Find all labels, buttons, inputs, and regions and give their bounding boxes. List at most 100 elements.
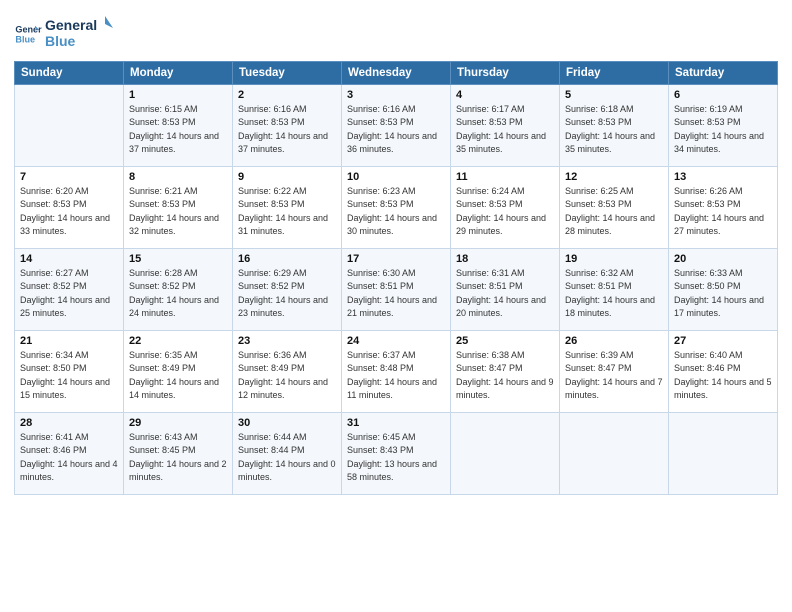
logo: General Blue General Blue (14, 14, 115, 55)
day-info: Sunrise: 6:21 AMSunset: 8:53 PMDaylight:… (129, 185, 227, 239)
header-cell-saturday: Saturday (669, 61, 778, 84)
day-cell: 21 Sunrise: 6:34 AMSunset: 8:50 PMDayligh… (15, 330, 124, 412)
day-info: Sunrise: 6:38 AMSunset: 8:47 PMDaylight:… (456, 349, 554, 403)
day-info: Sunrise: 6:35 AMSunset: 8:49 PMDaylight:… (129, 349, 227, 403)
day-cell: 20Sunrise: 6:33 AMSunset: 8:50 PMDayligh… (669, 248, 778, 330)
day-number: 14 (20, 253, 118, 265)
day-cell: 1Sunrise: 6:15 AMSunset: 8:53 PMDaylight… (124, 84, 233, 166)
day-info: Sunrise: 6:37 AMSunset: 8:48 PMDaylight:… (347, 349, 445, 403)
day-number: 19 (565, 253, 663, 265)
day-cell: 25 Sunrise: 6:38 AMSunset: 8:47 PMDayligh… (451, 330, 560, 412)
day-info: Sunrise: 6:19 AMSunset: 8:53 PMDaylight:… (674, 103, 772, 157)
day-cell (451, 412, 560, 494)
day-info: Sunrise: 6:41 AMSunset: 8:46 PMDaylight:… (20, 431, 118, 485)
day-number: 17 (347, 253, 445, 265)
day-number: 9 (238, 171, 336, 183)
day-cell: 4Sunrise: 6:17 AMSunset: 8:53 PMDaylight… (451, 84, 560, 166)
week-row-3: 21 Sunrise: 6:34 AMSunset: 8:50 PMDayligh… (15, 330, 778, 412)
day-number: 15 (129, 253, 227, 265)
week-row-1: 7Sunrise: 6:20 AMSunset: 8:53 PMDaylight… (15, 166, 778, 248)
day-info: Sunrise: 6:31 AMSunset: 8:51 PMDaylight:… (456, 267, 554, 321)
week-row-2: 14 Sunrise: 6:27 AMSunset: 8:52 PMDayligh… (15, 248, 778, 330)
calendar-table: SundayMondayTuesdayWednesdayThursdayFrid… (14, 61, 778, 495)
day-cell: 10Sunrise: 6:23 AMSunset: 8:53 PMDayligh… (342, 166, 451, 248)
day-number: 6 (674, 89, 772, 101)
day-info: Sunrise: 6:44 AMSunset: 8:44 PMDaylight:… (238, 431, 336, 485)
day-info: Sunrise: 6:25 AMSunset: 8:53 PMDaylight:… (565, 185, 663, 239)
svg-text:Blue: Blue (15, 35, 35, 45)
day-cell (15, 84, 124, 166)
day-number: 24 (347, 335, 445, 347)
day-number: 23 (238, 335, 336, 347)
day-number: 29 (129, 417, 227, 429)
day-cell: 5 Sunrise: 6:18 AMSunset: 8:53 PMDaylight… (560, 84, 669, 166)
day-cell: 7Sunrise: 6:20 AMSunset: 8:53 PMDaylight… (15, 166, 124, 248)
day-cell: 18 Sunrise: 6:31 AMSunset: 8:51 PMDayligh… (451, 248, 560, 330)
day-number: 25 (456, 335, 554, 347)
day-cell: 9 Sunrise: 6:22 AMSunset: 8:53 PMDaylight… (233, 166, 342, 248)
header-cell-wednesday: Wednesday (342, 61, 451, 84)
day-cell: 27 Sunrise: 6:40 AMSunset: 8:46 PMDayligh… (669, 330, 778, 412)
logo-text: General Blue (45, 14, 115, 55)
day-info: Sunrise: 6:27 AMSunset: 8:52 PMDaylight:… (20, 267, 118, 321)
day-cell: 29 Sunrise: 6:43 AMSunset: 8:45 PMDayligh… (124, 412, 233, 494)
day-number: 13 (674, 171, 772, 183)
day-cell: 23 Sunrise: 6:36 AMSunset: 8:49 PMDayligh… (233, 330, 342, 412)
day-number: 3 (347, 89, 445, 101)
day-cell: 22 Sunrise: 6:35 AMSunset: 8:49 PMDayligh… (124, 330, 233, 412)
day-number: 30 (238, 417, 336, 429)
week-row-0: 1Sunrise: 6:15 AMSunset: 8:53 PMDaylight… (15, 84, 778, 166)
header-cell-sunday: Sunday (15, 61, 124, 84)
day-number: 27 (674, 335, 772, 347)
day-cell: 28 Sunrise: 6:41 AMSunset: 8:46 PMDayligh… (15, 412, 124, 494)
day-info: Sunrise: 6:36 AMSunset: 8:49 PMDaylight:… (238, 349, 336, 403)
day-number: 18 (456, 253, 554, 265)
day-number: 21 (20, 335, 118, 347)
day-cell: 12 Sunrise: 6:25 AMSunset: 8:53 PMDayligh… (560, 166, 669, 248)
day-cell: 30 Sunrise: 6:44 AMSunset: 8:44 PMDayligh… (233, 412, 342, 494)
logo-icon: General Blue (14, 20, 42, 48)
day-info: Sunrise: 6:32 AMSunset: 8:51 PMDaylight:… (565, 267, 663, 321)
header-cell-monday: Monday (124, 61, 233, 84)
day-info: Sunrise: 6:39 AMSunset: 8:47 PMDaylight:… (565, 349, 663, 403)
day-cell: 16Sunrise: 6:29 AMSunset: 8:52 PMDayligh… (233, 248, 342, 330)
day-cell: 2 Sunrise: 6:16 AMSunset: 8:53 PMDaylight… (233, 84, 342, 166)
day-number: 16 (238, 253, 336, 265)
day-cell: 31Sunrise: 6:45 AMSunset: 8:43 PMDayligh… (342, 412, 451, 494)
day-info: Sunrise: 6:30 AMSunset: 8:51 PMDaylight:… (347, 267, 445, 321)
day-info: Sunrise: 6:18 AMSunset: 8:53 PMDaylight:… (565, 103, 663, 157)
day-cell (560, 412, 669, 494)
day-number: 11 (456, 171, 554, 183)
day-info: Sunrise: 6:16 AMSunset: 8:53 PMDaylight:… (238, 103, 336, 157)
day-number: 20 (674, 253, 772, 265)
day-info: Sunrise: 6:26 AMSunset: 8:53 PMDaylight:… (674, 185, 772, 239)
day-number: 22 (129, 335, 227, 347)
day-cell: 14 Sunrise: 6:27 AMSunset: 8:52 PMDayligh… (15, 248, 124, 330)
day-number: 12 (565, 171, 663, 183)
day-number: 26 (565, 335, 663, 347)
day-info: Sunrise: 6:16 AMSunset: 8:53 PMDaylight:… (347, 103, 445, 157)
day-info: Sunrise: 6:24 AMSunset: 8:53 PMDaylight:… (456, 185, 554, 239)
day-cell: 8 Sunrise: 6:21 AMSunset: 8:53 PMDaylight… (124, 166, 233, 248)
day-info: Sunrise: 6:40 AMSunset: 8:46 PMDaylight:… (674, 349, 772, 403)
day-number: 5 (565, 89, 663, 101)
day-number: 10 (347, 171, 445, 183)
day-cell: 6 Sunrise: 6:19 AMSunset: 8:53 PMDaylight… (669, 84, 778, 166)
day-info: Sunrise: 6:22 AMSunset: 8:53 PMDaylight:… (238, 185, 336, 239)
day-number: 1 (129, 89, 227, 101)
day-number: 28 (20, 417, 118, 429)
day-info: Sunrise: 6:34 AMSunset: 8:50 PMDaylight:… (20, 349, 118, 403)
day-info: Sunrise: 6:28 AMSunset: 8:52 PMDaylight:… (129, 267, 227, 321)
day-number: 2 (238, 89, 336, 101)
calendar-container: General Blue General Blue Sunda (0, 0, 792, 612)
day-number: 8 (129, 171, 227, 183)
day-info: Sunrise: 6:43 AMSunset: 8:45 PMDaylight:… (129, 431, 227, 485)
day-cell: 15 Sunrise: 6:28 AMSunset: 8:52 PMDayligh… (124, 248, 233, 330)
header-cell-friday: Friday (560, 61, 669, 84)
header: General Blue General Blue (14, 10, 778, 55)
day-number: 7 (20, 171, 118, 183)
day-cell: 24 Sunrise: 6:37 AMSunset: 8:48 PMDayligh… (342, 330, 451, 412)
svg-text:General: General (45, 17, 97, 33)
day-cell: 11 Sunrise: 6:24 AMSunset: 8:53 PMDayligh… (451, 166, 560, 248)
header-row: SundayMondayTuesdayWednesdayThursdayFrid… (15, 61, 778, 84)
